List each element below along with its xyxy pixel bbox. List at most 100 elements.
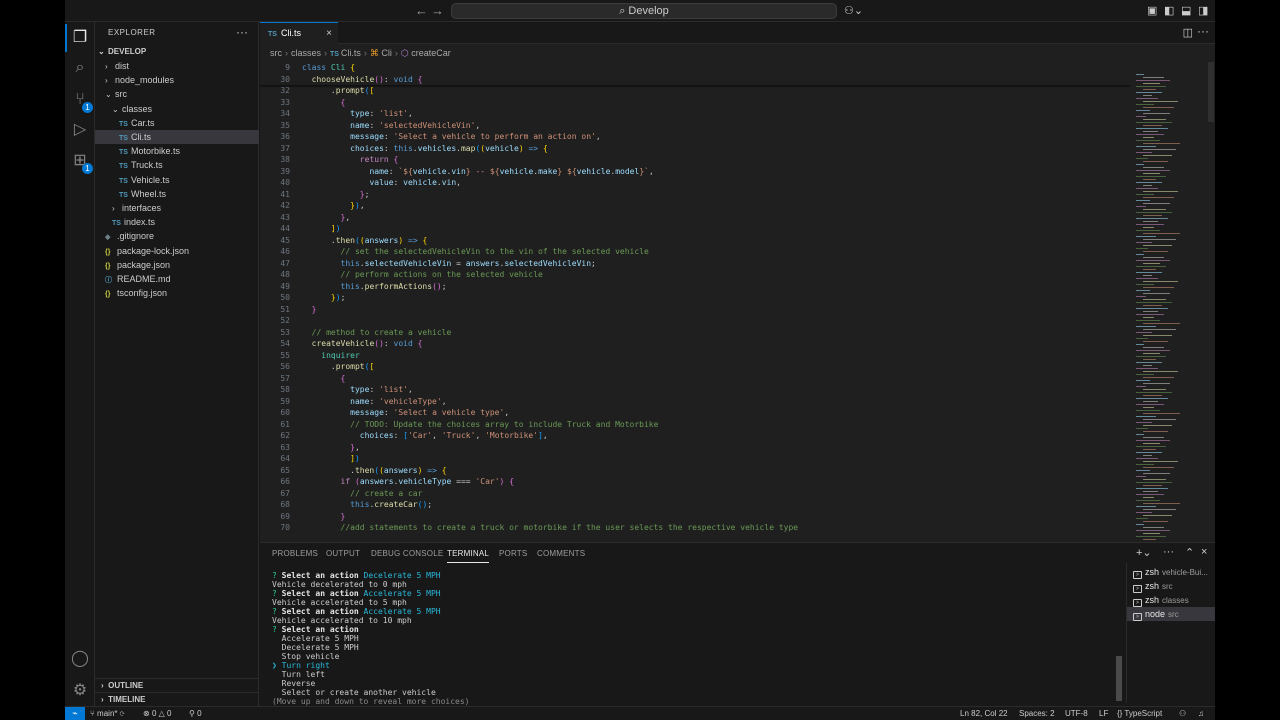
split-editor-icon[interactable]: ◫ [1183, 26, 1193, 39]
explorer-icon[interactable]: ❐ [65, 24, 90, 52]
problems-indicator[interactable]: ⊗ 0 △ 0 [143, 707, 171, 720]
tree-item-label: index.ts [124, 217, 156, 228]
minimap-line [1143, 431, 1168, 432]
account-icon[interactable]: ◯ [70, 649, 90, 669]
tree-folder[interactable]: ⌄ classes [95, 102, 259, 116]
minimap-line [1143, 371, 1178, 372]
tab-cli-ts[interactable]: TS Cli.ts × [260, 22, 338, 44]
code-editor[interactable]: 9 class Cli {30 chooseVehicle(): void {32… [260, 62, 1125, 542]
terminal-instance[interactable]: > node src [1127, 607, 1215, 621]
tree-file[interactable]: TS Truck.ts [95, 158, 259, 172]
tab-ports[interactable]: PORTS [499, 549, 527, 558]
ports-indicator[interactable]: ⚲ 0 [189, 707, 202, 720]
editor-scrollbar[interactable] [1208, 62, 1214, 122]
run-debug-icon[interactable]: ▷ [70, 120, 90, 140]
timeline-section[interactable]: › TIMELINE [95, 692, 259, 706]
breadcrumb-item[interactable]: Cli.ts [341, 48, 361, 58]
tree-file[interactable]: {} package-lock.json [95, 244, 259, 258]
line-number: 45 [280, 235, 290, 245]
toggle-sidebar-icon[interactable]: ◧ [1164, 4, 1174, 17]
source-control-icon[interactable]: ⑂ 1 [70, 90, 93, 113]
end-of-line[interactable]: LF [1099, 707, 1108, 720]
minimap[interactable] [1132, 62, 1214, 542]
editor-more-icon[interactable]: ··· [1197, 24, 1209, 38]
tree-file[interactable]: TS Wheel.ts [95, 187, 259, 201]
extensions-icon[interactable]: ⊞ 1 [70, 151, 93, 174]
code-line: 57 { [260, 373, 1125, 385]
toggle-secondary-sidebar-icon[interactable]: ◨ [1198, 4, 1208, 17]
remote-indicator-icon[interactable]: ⌁ [65, 707, 85, 720]
indentation[interactable]: Spaces: 2 [1019, 707, 1055, 720]
tree-file[interactable]: TS Vehicle.ts [95, 173, 259, 187]
notifications-bell-icon[interactable]: ♫ [1198, 707, 1204, 720]
terminal-output[interactable]: ? Select an action Decelerate 5 MPH Vehic… [272, 571, 1112, 707]
code-line: 46 // set the selectedVehicleVin to the … [260, 246, 1125, 258]
search-icon[interactable]: ⌕ [70, 58, 90, 78]
new-terminal-icon[interactable]: +⌄ [1136, 546, 1152, 559]
tree-folder[interactable]: › interfaces [95, 201, 259, 215]
outline-section[interactable]: › OUTLINE [95, 678, 259, 692]
minimap-line [1143, 107, 1174, 108]
minimap-line [1136, 446, 1166, 447]
terminal-scrollbar[interactable] [1116, 571, 1122, 701]
settings-gear-icon[interactable]: ⚙ [70, 681, 90, 701]
tab-debug-console[interactable]: DEBUG CONSOLE [371, 549, 443, 558]
tree-folder[interactable]: › dist [95, 59, 259, 73]
copilot-status-icon[interactable]: ⚇ [1179, 707, 1186, 720]
chevron-right-icon: › [363, 48, 367, 58]
terminal-cwd: classes [1162, 596, 1189, 605]
terminal-scroll-thumb[interactable] [1116, 656, 1122, 701]
breadcrumb-item[interactable]: Cli [381, 48, 392, 58]
cursor-position[interactable]: Ln 82, Col 22 [960, 707, 1008, 720]
breadcrumb-item[interactable]: classes [291, 48, 321, 58]
encoding[interactable]: UTF-8 [1065, 707, 1088, 720]
language-mode[interactable]: {} TypeScript [1117, 707, 1162, 720]
minimap-line [1136, 152, 1152, 153]
minimap-line [1143, 167, 1164, 168]
terminal-line: Reverse [272, 679, 316, 688]
tree-file[interactable]: ⓘ README.md [95, 272, 259, 286]
tree-file[interactable]: TS Cli.ts [95, 130, 259, 144]
terminal-instance[interactable]: > zsh src [1127, 579, 1215, 593]
close-icon[interactable]: × [326, 23, 332, 44]
terminal-instance[interactable]: > zsh classes [1127, 593, 1215, 607]
layout-customize-icon[interactable]: ▣ [1147, 4, 1157, 17]
code-line: 45 .then((answers) => { [260, 235, 1125, 247]
tree-folder[interactable]: › node_modules [95, 73, 259, 87]
tab-output[interactable]: OUTPUT [326, 549, 360, 558]
minimap-line [1143, 173, 1160, 174]
terminal-instance[interactable]: > zsh vehicle-Bui... [1127, 565, 1215, 579]
tree-file[interactable]: {} tsconfig.json [95, 286, 259, 300]
chevron-right-icon: › [394, 48, 398, 58]
minimap-line [1136, 530, 1170, 531]
forward-arrow-icon[interactable]: → [431, 3, 444, 18]
close-panel-icon[interactable]: × [1201, 546, 1207, 558]
back-arrow-icon[interactable]: ← [415, 3, 428, 18]
tab-comments[interactable]: COMMENTS [537, 549, 585, 558]
command-center-search[interactable]: ⌕ Develop [451, 3, 837, 19]
minimap-line [1136, 524, 1144, 525]
minimap-line [1136, 302, 1172, 303]
minimap-line [1136, 392, 1172, 393]
tree-file[interactable]: ◆ .gitignore [95, 229, 259, 243]
toggle-panel-icon[interactable]: ⬓ [1181, 4, 1191, 17]
workspace-root[interactable]: ⌄ DEVELOP [95, 45, 259, 59]
panel-more-icon[interactable]: ··· [1163, 546, 1174, 558]
line-source: .prompt([ [302, 362, 375, 371]
tree-file[interactable]: TS index.ts [95, 215, 259, 229]
tab-problems[interactable]: PROBLEMS [272, 549, 318, 558]
tab-terminal[interactable]: TERMINAL [447, 549, 490, 563]
copilot-icon[interactable]: ⚇⌄ [844, 4, 863, 17]
more-actions-icon[interactable]: ··· [236, 25, 248, 39]
tree-file[interactable]: TS Motorbike.ts [95, 144, 259, 158]
branch-indicator[interactable]: ⑂ main* ⟳ [90, 707, 125, 720]
maximize-panel-icon[interactable]: ⌃ [1185, 546, 1194, 559]
code-line: 62 choices: ['Car', 'Truck', 'Motorbike'… [260, 430, 1125, 442]
tree-folder[interactable]: ⌄ src [95, 87, 259, 101]
tree-file[interactable]: TS Car.ts [95, 116, 259, 130]
breadcrumb-item[interactable]: createCar [411, 48, 451, 58]
minimap-line [1136, 350, 1170, 351]
breadcrumb-item[interactable]: src [270, 48, 282, 58]
tree-file[interactable]: {} package.json [95, 258, 259, 272]
line-number: 65 [280, 465, 290, 475]
